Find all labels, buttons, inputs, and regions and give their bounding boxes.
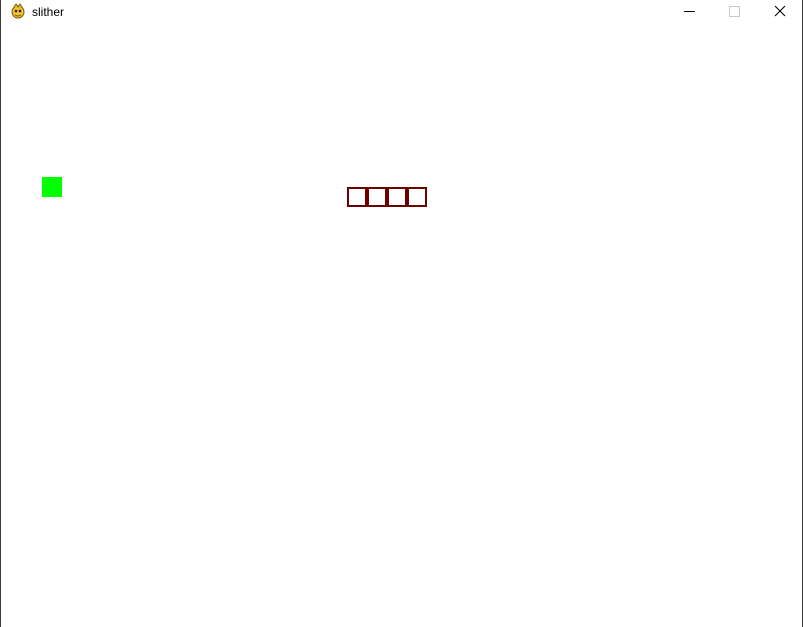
maximize-icon xyxy=(729,6,740,17)
snake-segment xyxy=(407,187,427,207)
minimize-button[interactable] xyxy=(667,0,712,24)
snake xyxy=(347,187,429,209)
minimize-icon xyxy=(684,11,695,12)
pygame-snake-icon xyxy=(10,3,26,19)
food-apple xyxy=(42,177,62,197)
game-canvas[interactable] xyxy=(1,24,802,627)
game-window: slither xyxy=(0,0,803,627)
close-button[interactable] xyxy=(757,0,802,24)
window-title: slither xyxy=(32,5,65,19)
close-icon xyxy=(774,5,786,17)
snake-segment xyxy=(387,187,407,207)
maximize-button[interactable] xyxy=(712,0,757,24)
snake-segment xyxy=(367,187,387,207)
snake-segment xyxy=(347,187,367,207)
title-bar[interactable]: slither xyxy=(1,0,802,24)
